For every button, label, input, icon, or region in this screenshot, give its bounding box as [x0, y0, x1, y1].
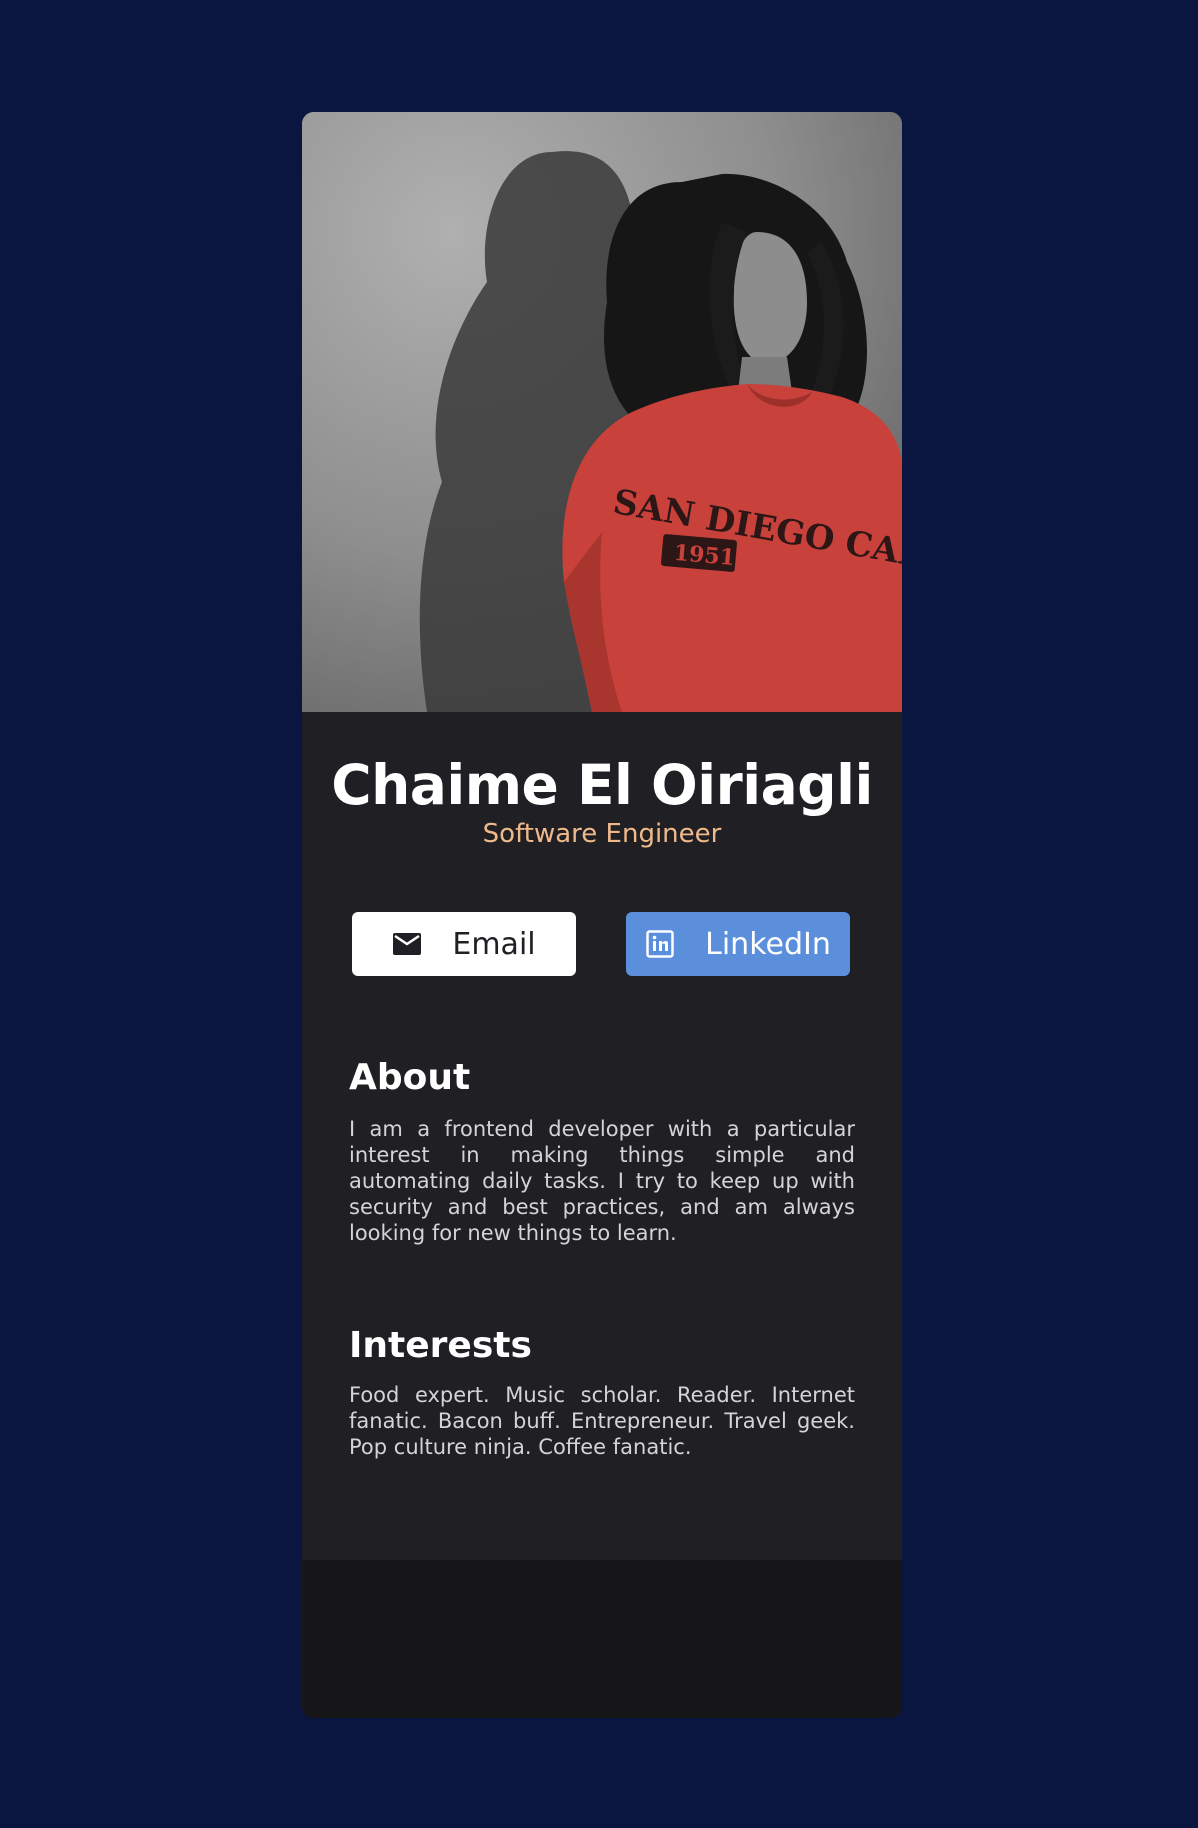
profile-name: Chaime El Oiriagli [331, 753, 873, 817]
social-footer [302, 1560, 902, 1718]
linkedin-button-label: LinkedIn [705, 926, 831, 962]
mail-icon [392, 929, 422, 959]
svg-text:1951: 1951 [673, 540, 736, 571]
interests-heading: Interests [349, 1325, 532, 1366]
profile-photo-illustration: SAN DIEGO CAL 1951 [302, 112, 902, 712]
linkedin-button[interactable]: LinkedIn [626, 912, 850, 976]
linkedin-icon [645, 929, 675, 959]
email-button[interactable]: Email [352, 912, 576, 976]
profile-card: SAN DIEGO CAL 1951 Chaime El Oiriagli So… [302, 112, 902, 1718]
profile-role: Software Engineer [482, 819, 722, 849]
interests-text: Food expert. Music scholar. Reader. Inte… [349, 1383, 855, 1459]
profile-photo: SAN DIEGO CAL 1951 [302, 112, 902, 712]
about-heading: About [349, 1057, 471, 1098]
email-button-label: Email [452, 926, 536, 962]
about-text: I am a frontend developer with a particu… [349, 1117, 855, 1245]
